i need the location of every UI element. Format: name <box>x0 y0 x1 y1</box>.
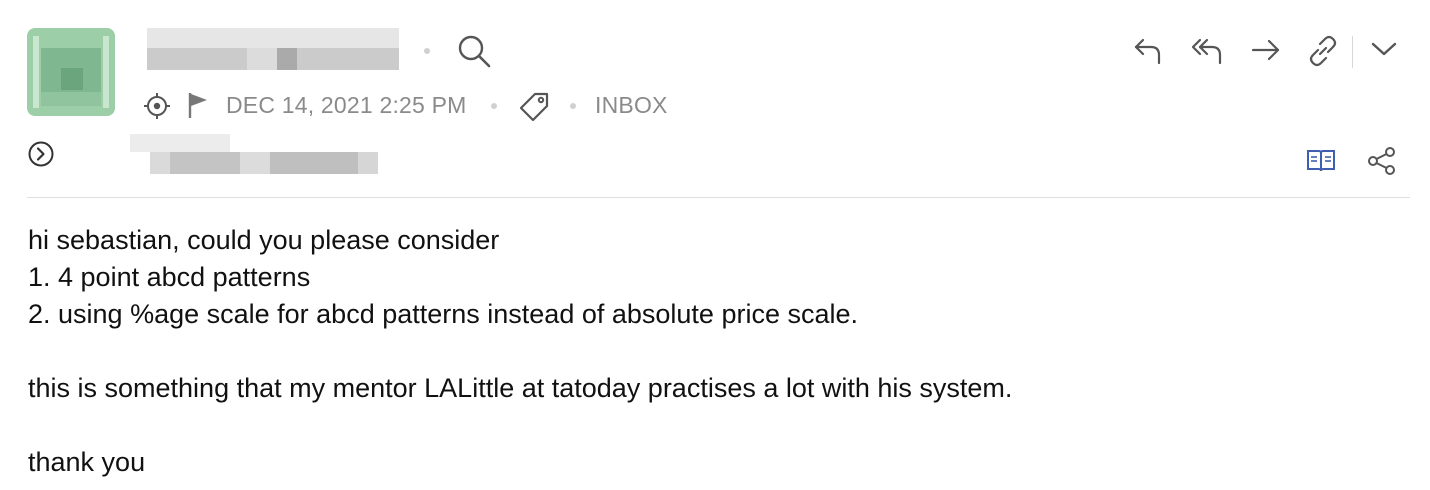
separator-dot <box>424 48 430 54</box>
forward-icon[interactable] <box>1250 36 1282 64</box>
target-icon[interactable] <box>143 92 171 120</box>
chevron-down-icon[interactable] <box>1370 38 1398 60</box>
flag-icon[interactable] <box>186 91 210 119</box>
body-line <box>28 407 1408 444</box>
search-icon[interactable] <box>456 33 492 69</box>
sender-avatar <box>27 28 115 116</box>
share-icon[interactable] <box>1366 145 1398 177</box>
body-line <box>28 333 1408 370</box>
body-line: 2. using %age scale for abcd patterns in… <box>28 299 858 329</box>
reply-all-icon[interactable] <box>1190 34 1224 66</box>
toolbar-separator <box>1352 36 1353 68</box>
separator-dot <box>491 103 497 109</box>
body-line: 1. 4 point abcd patterns <box>28 262 311 292</box>
reader-view-icon[interactable] <box>1305 146 1337 174</box>
link-icon[interactable] <box>1306 34 1340 68</box>
separator-dot <box>570 103 576 109</box>
body-line: this is something that my mentor LALittl… <box>28 373 1013 403</box>
message-body: hi sebastian, could you please consider … <box>28 222 1408 481</box>
body-line: thank you <box>28 447 146 477</box>
header-divider <box>27 197 1410 198</box>
folder-label[interactable]: INBOX <box>595 92 668 119</box>
body-line: hi sebastian, could you please consider <box>28 225 500 255</box>
expand-circle-icon[interactable] <box>27 140 55 168</box>
reply-icon[interactable] <box>1133 34 1163 66</box>
message-date: DEC 14, 2021 2:25 PM <box>226 92 467 118</box>
tag-icon[interactable] <box>516 89 552 125</box>
